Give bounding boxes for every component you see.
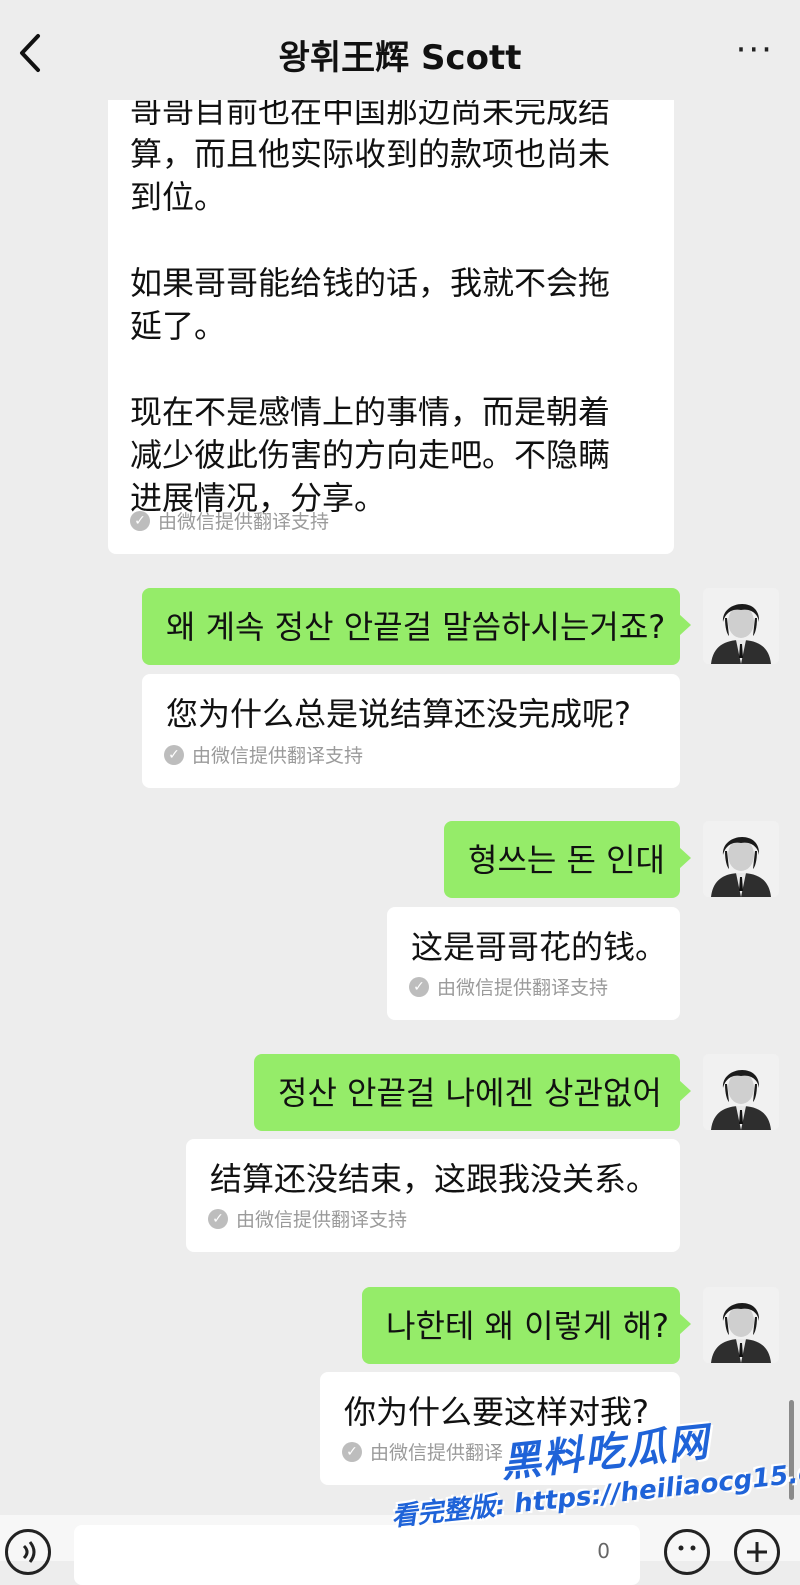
incoming-translation-card[interactable]: 哥哥目前也在中国那边尚未完成结 算，而且他实际收到的款项也尚未 到位。 如果哥哥… (108, 60, 674, 554)
incoming-line: 如果哥哥能给钱的话，我就不会拖 (130, 264, 611, 302)
chat-title: 왕휘王辉 Scott (278, 38, 522, 78)
translation-note-text: 由微信提供翻译支持 (236, 1209, 408, 1231)
sent-message-bubble[interactable]: 형쓰는 돈 인대 (444, 821, 691, 898)
user-avatar[interactable] (703, 1287, 779, 1363)
incoming-paragraph-1: 哥哥目前也在中国那边尚未完成结 算，而且他实际收到的款项也尚未 到位。 (130, 90, 610, 219)
input-mark: 0 (597, 1539, 610, 1563)
translation-card-body: 您为什么总是说结算还没完成呢? (142, 674, 680, 734)
incoming-line: 现在不是感情上的事情，而是朝着 (130, 393, 611, 431)
more-dots-icon: ··· (735, 30, 774, 70)
bubble-tail (679, 614, 691, 636)
voice-icon (22, 1541, 36, 1563)
avatar-portrait-icon (703, 1287, 779, 1363)
chat-feed: 哥哥目前也在中国那边尚未完成结 算，而且他实际收到的款项也尚未 到位。 如果哥哥… (0, 0, 800, 1561)
incoming-line: 减少彼此伤害的方向走吧。不隐瞒 (130, 436, 611, 474)
check-icon: ✓ (409, 976, 429, 997)
incoming-paragraph-3: 现在不是感情上的事情，而是朝着 减少彼此伤害的方向走吧。不隐瞒 进展情况，分享。 (130, 391, 610, 520)
translation-note: ✓ 由微信提供翻译支持 (164, 741, 363, 768)
emoji-button[interactable] (664, 1529, 710, 1575)
incoming-text-block: 哥哥目前也在中国那边尚未完成结 算，而且他实际收到的款项也尚未 到位。 如果哥哥… (130, 90, 610, 520)
watermark: 黑料吃瓜网 看完整版: https://heiliaocg15.com (390, 1419, 800, 1532)
translation-card[interactable]: 结算还没结束，这跟我没关系。 ✓ 由微信提供翻译支持 (186, 1139, 680, 1252)
bubble-tail (679, 1080, 691, 1102)
translation-text: 您为什么总是说结算还没完成呢? (166, 695, 631, 733)
sent-message-bubble[interactable]: 정산 안끝걸 나에겐 상관없어 (254, 1054, 691, 1131)
avatar-portrait-icon (703, 588, 779, 664)
sent-message-text: 형쓰는 돈 인대 (468, 840, 665, 879)
chat-header: 왕휘王辉 Scott ··· (0, 0, 800, 100)
translation-note-text: 由微信提供翻译支持 (158, 511, 330, 533)
user-avatar[interactable] (703, 821, 779, 897)
incoming-paragraph-2: 如果哥哥能给钱的话，我就不会拖 延了。 (130, 262, 610, 348)
check-icon: ✓ (164, 744, 184, 765)
user-avatar[interactable] (703, 1054, 779, 1130)
bubble-tail (679, 847, 691, 869)
translation-text: 结算还没结束，这跟我没关系。 (210, 1160, 659, 1198)
sent-message-text: 정산 안끝걸 나에겐 상관없어 (278, 1073, 662, 1112)
check-icon: ✓ (130, 510, 150, 531)
message-input[interactable]: 0 (74, 1525, 640, 1585)
plus-icon (747, 1542, 767, 1562)
sent-message-text: 왜 계속 정산 안끝걸 말씀하시는거죠? (166, 607, 666, 646)
check-icon: ✓ (342, 1441, 362, 1462)
user-avatar[interactable] (703, 588, 779, 664)
avatar-portrait-icon (703, 1054, 779, 1130)
sent-message-bubble[interactable]: 왜 계속 정산 안끝걸 말씀하시는거죠? (142, 588, 691, 665)
translation-note-text: 由微信提供翻译支持 (192, 745, 364, 767)
sent-message-text: 나한테 왜 이렇게 해? (386, 1306, 670, 1345)
incoming-line: 算，而且他实际收到的款项也尚未 (130, 135, 611, 173)
translation-note-text: 由微信提供翻译支持 (437, 977, 609, 999)
translation-card[interactable]: 这是哥哥花的钱。 ✓ 由微信提供翻译支持 (387, 907, 680, 1020)
more-button[interactable]: ··· (736, 30, 774, 70)
check-icon: ✓ (208, 1208, 228, 1229)
translation-note: ✓ 由微信提供翻译支持 (409, 973, 608, 1000)
translation-text: 这是哥哥花的钱。 (411, 928, 668, 966)
translation-note: ✓ 由微信提供翻译支持 (208, 1205, 407, 1232)
translation-card-body: 结算还没结束，这跟我没关系。 (186, 1139, 680, 1199)
avatar-portrait-icon (703, 821, 779, 897)
bubble-tail (679, 1313, 691, 1335)
voice-button[interactable] (5, 1529, 51, 1575)
plus-button[interactable] (734, 1529, 780, 1575)
sent-message-bubble[interactable]: 나한테 왜 이렇게 해? (362, 1287, 691, 1364)
emoji-icon (678, 1545, 696, 1551)
translation-note: ✓ 由微信提供翻译支持 (130, 507, 329, 534)
incoming-line: 到位。 (130, 178, 227, 216)
translation-card[interactable]: 您为什么总是说结算还没完成呢? ✓ 由微信提供翻译支持 (142, 674, 680, 788)
translation-card-body: 这是哥哥花的钱。 (387, 907, 680, 967)
incoming-line: 延了。 (130, 307, 227, 345)
